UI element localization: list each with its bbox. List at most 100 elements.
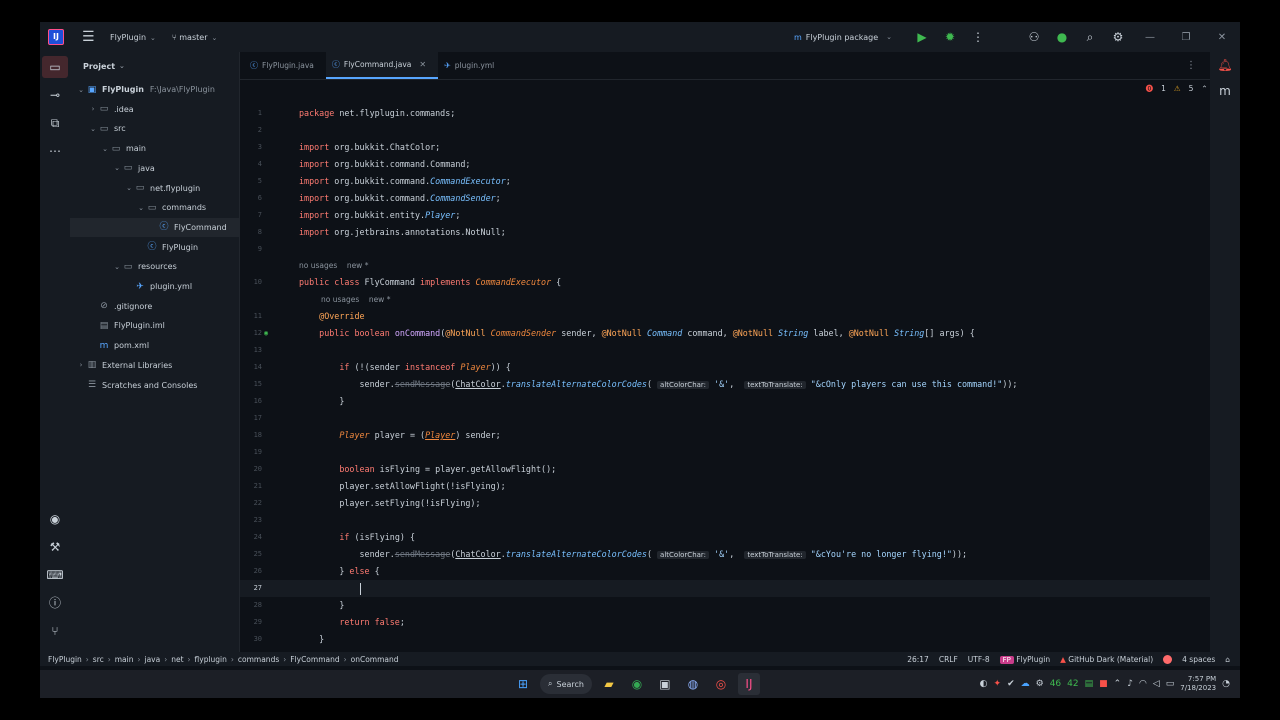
code-line[interactable]: 29 return false; xyxy=(240,614,1240,631)
main-menu-icon[interactable]: ☰ xyxy=(82,29,96,45)
breadcrumb-item[interactable]: flyplugin xyxy=(195,655,227,664)
code-line[interactable]: 11 @Override xyxy=(240,308,1240,325)
build-icon[interactable]: ⚒ xyxy=(42,536,68,558)
code-line[interactable]: 16 } xyxy=(240,393,1240,410)
maven-tool-icon[interactable]: m xyxy=(1212,84,1238,98)
settings-icon[interactable]: ⚙ xyxy=(1104,30,1132,44)
intellij-taskbar-icon[interactable]: IJ xyxy=(737,673,760,695)
network-icon[interactable]: ◠ xyxy=(1139,679,1147,689)
tree-item[interactable]: ⌄ ▭ net.flyplugin xyxy=(70,179,240,198)
search-icon[interactable]: ⌕ xyxy=(1076,30,1104,45)
project-panel-header[interactable]: Project ⌄ xyxy=(70,52,239,80)
breadcrumb-item[interactable]: FlyCommand xyxy=(290,655,339,664)
chrome-icon[interactable]: ◉ xyxy=(626,673,648,695)
tree-item[interactable]: ⌄ ▭ main xyxy=(70,139,240,158)
caret-position[interactable]: 26:17 xyxy=(907,655,929,664)
file-encoding[interactable]: UTF-8 xyxy=(968,655,990,664)
chevron-down-icon[interactable]: ⌄ xyxy=(112,164,122,172)
code-line[interactable]: 20 boolean isFlying = player.getAllowFli… xyxy=(240,461,1240,478)
chevron-up-icon[interactable]: ⌃ xyxy=(1201,84,1207,93)
commit-icon[interactable]: ⊸ xyxy=(42,84,68,106)
override-gutter-icon[interactable]: ◉ xyxy=(264,325,268,342)
close-icon[interactable]: ✕ xyxy=(419,60,426,69)
close-icon[interactable]: ✕ xyxy=(1204,32,1240,43)
notification-center-icon[interactable]: ◔ xyxy=(1222,679,1230,689)
tree-item[interactable]: › ▥ External Libraries xyxy=(70,356,240,375)
tree-item[interactable]: ▤ FlyPlugin.iml xyxy=(70,316,240,335)
code-line[interactable]: 21 player.setAllowFlight(!isFlying); xyxy=(240,478,1240,495)
add-user-icon[interactable]: ⚇ xyxy=(1020,30,1048,44)
tree-item[interactable]: ⌄ ▭ src xyxy=(70,119,240,138)
chevron-down-icon[interactable]: ⌄ xyxy=(88,125,98,133)
code-line[interactable]: 30 } xyxy=(240,631,1240,648)
code-line[interactable]: 24 if (isFlying) { xyxy=(240,529,1240,546)
code-line[interactable]: 6 import org.bukkit.command.CommandSender… xyxy=(240,190,1240,207)
more-tabs-icon[interactable]: ⋮ xyxy=(1186,60,1196,71)
chevron-right-icon[interactable]: › xyxy=(88,105,98,113)
tree-item[interactable]: ⌄ ▭ commands xyxy=(70,198,240,217)
code-line[interactable]: 14 if (!(sender instanceof Player)) { xyxy=(240,359,1240,376)
tree-item[interactable]: ⌄ ▭ resources xyxy=(70,257,240,276)
tree-item[interactable]: ⌄ ▣ FlyPlugin F:\Java\FlyPlugin xyxy=(70,80,240,99)
code-line[interactable]: 2 xyxy=(240,122,1240,139)
editor-tab[interactable]: ⓒ FlyCommand.java ✕ xyxy=(325,51,439,79)
steam-icon[interactable]: ◍ xyxy=(682,673,704,695)
line-separator[interactable]: CRLF xyxy=(939,655,958,664)
git-icon[interactable]: ⑂ xyxy=(42,620,68,642)
breadcrumb-item[interactable]: net xyxy=(171,655,183,664)
theme-status[interactable]: ▲ GitHub Dark (Material) xyxy=(1060,655,1153,664)
photos-icon[interactable]: ▣ xyxy=(654,673,676,695)
clock[interactable]: 7:57 PM 7/18/2023 xyxy=(1180,675,1216,693)
code-line[interactable]: 26 } else { xyxy=(240,563,1240,580)
code-line[interactable]: 12 ◉ public boolean onCommand(@NotNull Co… xyxy=(240,325,1240,342)
battery-icon[interactable]: ▭ xyxy=(1166,679,1175,689)
breadcrumb-item[interactable]: src xyxy=(93,655,104,664)
code-line[interactable]: 27 xyxy=(240,580,1240,597)
tray-temp-badge[interactable]: 46 xyxy=(1050,679,1061,689)
code-line[interactable]: 1 package net.flyplugin.commands; xyxy=(240,105,1240,122)
notifications-icon[interactable]: 🔔︎ xyxy=(1212,58,1238,72)
minimize-icon[interactable]: — xyxy=(1132,32,1168,43)
problems-icon[interactable]: ⓘ xyxy=(42,592,68,614)
tray-app-icon[interactable]: ✦ xyxy=(994,679,1002,689)
chevron-down-icon[interactable]: ⌄ xyxy=(100,145,110,153)
breadcrumb-item[interactable]: onCommand xyxy=(351,655,399,664)
code-line[interactable]: 19 xyxy=(240,444,1240,461)
restore-icon[interactable]: ❐ xyxy=(1168,32,1204,43)
windows-start-icon[interactable]: ⊞ xyxy=(512,673,534,695)
volume-icon[interactable]: ◁ xyxy=(1153,679,1160,689)
code-line[interactable]: 4 import org.bukkit.command.Command; xyxy=(240,156,1240,173)
tree-item[interactable]: › ▭ .idea xyxy=(70,100,240,119)
breadcrumb-item[interactable]: FlyPlugin xyxy=(48,655,82,664)
tree-item[interactable]: ⓒ FlyCommand xyxy=(70,217,240,237)
code-line[interactable]: 5 import org.bukkit.command.CommandExecut… xyxy=(240,173,1240,190)
project-status[interactable]: FP FlyPlugin xyxy=(999,655,1050,664)
branch-selector[interactable]: ⑂ master ⌄ xyxy=(172,33,217,42)
chevron-down-icon[interactable]: ⌄ xyxy=(112,263,122,271)
taskbar-search[interactable]: ⌕ Search xyxy=(540,674,592,694)
tray-cloud-icon[interactable]: ☁ xyxy=(1021,679,1030,689)
chevron-down-icon[interactable]: ⌄ xyxy=(76,86,86,94)
usages-hint[interactable]: no usages new * xyxy=(321,291,390,308)
code-line[interactable]: 13 xyxy=(240,342,1240,359)
tree-item[interactable]: ✈ plugin.yml xyxy=(70,277,240,296)
tray-load-badge[interactable]: 42 xyxy=(1067,679,1078,689)
tree-item[interactable]: ☰ Scratches and Consoles xyxy=(70,376,240,395)
file-explorer-icon[interactable]: ▰ xyxy=(598,673,620,695)
code-editor[interactable]: ⓿1 ⚠5 ⌃ ⌄ 1package net.flyplugin.command… xyxy=(240,80,1240,652)
microphone-icon[interactable]: ♪ xyxy=(1127,679,1133,689)
editor-tab[interactable]: ✈ plugin.yml xyxy=(438,51,506,79)
chevron-up-icon[interactable]: ⌃ xyxy=(1114,679,1122,689)
run-configuration-selector[interactable]: m FlyPlugin package ⌄ xyxy=(794,33,892,42)
structure-icon[interactable]: ⧉ xyxy=(42,112,68,134)
breadcrumb-item[interactable]: java xyxy=(145,655,161,664)
chevron-down-icon[interactable]: ⌄ xyxy=(124,184,134,192)
project-selector[interactable]: FlyPlugin ⌄ xyxy=(110,33,156,42)
more-tools-icon[interactable]: ⋯ xyxy=(42,140,68,162)
tray-monitor-icon[interactable]: ▤ xyxy=(1085,679,1094,689)
chevron-right-icon[interactable]: › xyxy=(76,361,86,369)
discord-icon[interactable]: ◐ xyxy=(980,679,988,689)
usages-hint[interactable]: no usages new * xyxy=(299,257,368,274)
breadcrumb-item[interactable]: commands xyxy=(238,655,279,664)
status-dot-icon[interactable] xyxy=(1163,654,1173,664)
